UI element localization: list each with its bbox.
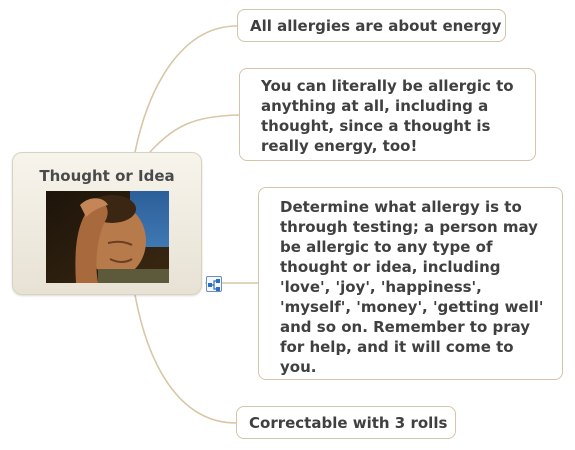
photo-man-holding-head [46,191,169,283]
topic-text: Determine what allergy is to through tes… [280,198,544,376]
central-topic[interactable]: Thought or Idea [12,152,202,295]
topic-text: All allergies are about energy [250,17,502,35]
topic-text: You can literally be allergic to anythin… [261,77,514,155]
central-topic-title: Thought or Idea [39,167,175,185]
topic-determine-allergy[interactable]: Determine what allergy is to through tes… [258,187,563,380]
topic-text: Correctable with 3 rolls [249,414,448,432]
topic-allergic-to-anything[interactable]: You can literally be allergic to anythin… [239,68,536,161]
map-expand-icon[interactable] [206,276,222,292]
topic-all-allergies-energy[interactable]: All allergies are about energy [237,9,506,42]
topic-correctable-3-rolls[interactable]: Correctable with 3 rolls [236,406,456,439]
